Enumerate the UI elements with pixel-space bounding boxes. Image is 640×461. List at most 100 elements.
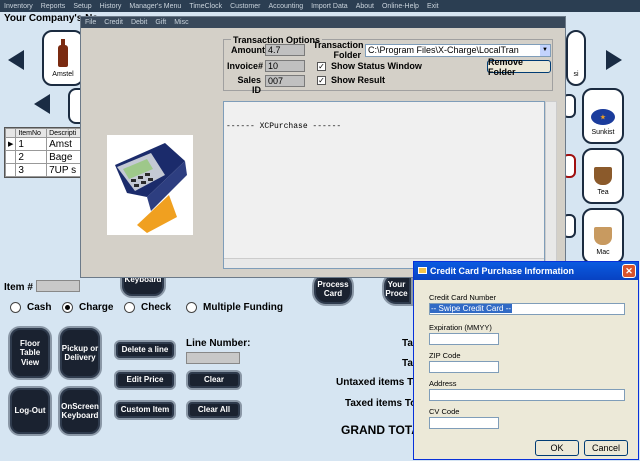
cell-itemno: 1 — [15, 137, 48, 151]
folder-value: C:\Program Files\X-Charge\LocalTran — [368, 45, 519, 55]
cell-itemno: 2 — [15, 150, 48, 164]
amount-label: Amount — [231, 45, 265, 55]
ok-button[interactable]: OK — [535, 440, 579, 456]
menu-customer[interactable]: Customer — [230, 3, 260, 10]
prev-row-arrow-icon[interactable] — [34, 94, 50, 114]
sales-id-label: Sales ID — [237, 75, 261, 95]
cv-input[interactable] — [429, 417, 499, 429]
remove-folder-button[interactable]: Remove Folder — [487, 57, 551, 77]
card-icon — [418, 267, 427, 274]
product-label: Sunkist — [591, 129, 615, 136]
card-terminal-icon — [115, 143, 187, 233]
clear-button[interactable]: Clear — [186, 370, 242, 390]
menu-about[interactable]: About — [356, 3, 374, 10]
item-number-input[interactable] — [36, 280, 80, 292]
cell-itemno: 3 — [15, 163, 48, 177]
cv-label: CV Code — [429, 407, 460, 416]
multiple-radio[interactable] — [186, 302, 197, 313]
onscreen-keyboard-button-left[interactable]: OnScreen Keyboard — [58, 386, 102, 436]
show-result-label: Show Result — [331, 75, 386, 85]
delete-line-button[interactable]: Delete a line — [114, 340, 176, 360]
product-amstel-button[interactable]: Amstel — [42, 30, 84, 86]
chevron-down-icon[interactable]: ▼ — [540, 45, 550, 56]
menu-managers[interactable]: Manager's Menu — [129, 3, 181, 10]
product-partial-right-button[interactable]: si — [566, 30, 586, 86]
menu-misc[interactable]: Misc — [174, 19, 188, 26]
custom-item-button[interactable]: Custom Item — [114, 400, 176, 420]
card-terminal-image — [107, 135, 193, 235]
payment-multiple-option[interactable]: Multiple Funding — [186, 302, 283, 313]
current-row-indicator-icon: ▶ — [4, 137, 17, 151]
cell-description: 7UP s — [46, 163, 83, 177]
amount-input[interactable]: 4.7 — [265, 44, 305, 56]
address-input[interactable] — [429, 389, 625, 401]
table-row[interactable]: ▶ 1 Amst — [4, 137, 83, 151]
log-vertical-scrollbar[interactable] — [545, 101, 557, 269]
menu-import[interactable]: Import Data — [311, 3, 348, 10]
menu-reports[interactable]: Reports — [41, 3, 66, 10]
order-grid[interactable]: ItemNo Descripti ▶ 1 Amst 2 Bage 3 7UP s — [4, 127, 84, 178]
cell-description: Amst — [46, 137, 83, 151]
menu-file[interactable]: File — [85, 19, 96, 26]
card-number-label: Credit Card Number — [429, 293, 497, 302]
transaction-window: File Credit Debit Gift Misc Transaction … — [80, 16, 566, 278]
log-text: ------ XCPurchase ------ — [226, 122, 342, 131]
address-label: Address — [429, 379, 457, 388]
logout-button[interactable]: Log-Out — [8, 386, 52, 436]
beer-bottle-icon — [58, 39, 68, 67]
show-result-checkbox[interactable]: ✓ — [317, 76, 326, 85]
product-mac-button[interactable]: Mac — [582, 208, 624, 264]
check-radio[interactable] — [124, 302, 135, 313]
credit-card-dialog: Credit Card Purchase Information ✕ Credi… — [413, 261, 639, 460]
folder-select[interactable]: C:\Program Files\X-Charge\LocalTran — [365, 44, 551, 57]
menu-exit[interactable]: Exit — [427, 3, 439, 10]
menu-debit[interactable]: Debit — [131, 19, 147, 26]
table-row[interactable]: 2 Bage — [4, 150, 83, 164]
dialog-title: Credit Card Purchase Information — [430, 266, 575, 276]
folder-label: Transaction Folder — [313, 40, 364, 60]
cash-radio[interactable] — [10, 302, 21, 313]
row-indicator-header — [4, 128, 17, 138]
menu-history[interactable]: History — [100, 3, 122, 10]
payment-check-option[interactable]: Check — [124, 302, 171, 313]
menu-timeclock[interactable]: TimeClock — [189, 3, 222, 10]
zip-input[interactable] — [429, 361, 499, 373]
pickup-delivery-button[interactable]: Pickup or Delivery — [58, 326, 102, 380]
line-number-input[interactable] — [186, 352, 240, 364]
zip-label: ZIP Code — [429, 351, 461, 360]
menu-inventory[interactable]: Inventory — [4, 3, 33, 10]
payment-cash-option[interactable]: Cash — [10, 302, 51, 313]
menu-setup[interactable]: Setup — [73, 3, 91, 10]
cancel-button[interactable]: Cancel — [584, 440, 628, 456]
prev-page-arrow-icon[interactable] — [8, 50, 24, 70]
cash-label: Cash — [27, 302, 52, 313]
item-number-label: Item # — [4, 282, 33, 293]
close-icon[interactable]: ✕ — [622, 264, 636, 278]
show-status-checkbox[interactable]: ✓ — [317, 62, 326, 71]
menu-credit[interactable]: Credit — [104, 19, 123, 26]
edit-price-button[interactable]: Edit Price — [114, 370, 176, 390]
sales-id-input[interactable]: 007 — [265, 75, 305, 87]
table-row[interactable]: 3 7UP s — [4, 163, 83, 177]
invoice-input[interactable]: 10 — [265, 60, 305, 72]
menu-gift[interactable]: Gift — [155, 19, 166, 26]
tea-cup-icon — [594, 167, 612, 185]
clear-all-button[interactable]: Clear All — [186, 400, 242, 420]
menu-help[interactable]: Online-Help — [382, 3, 419, 10]
show-status-label: Show Status Window — [331, 61, 422, 71]
coffee-cup-icon — [594, 227, 612, 245]
expiration-label: Expiration (MMYY) — [429, 323, 492, 332]
next-page-arrow-icon[interactable] — [606, 50, 622, 70]
floor-table-view-button[interactable]: Floor Table View — [8, 326, 52, 380]
sunkist-logo-icon: ★ — [591, 109, 615, 125]
expiration-input[interactable] — [429, 333, 499, 345]
menu-accounting[interactable]: Accounting — [268, 3, 303, 10]
product-tea-button[interactable]: Tea — [582, 148, 624, 204]
top-menu-bar: Inventory Reports Setup History Manager'… — [0, 0, 640, 12]
payment-charge-option[interactable]: Charge — [62, 302, 113, 313]
product-sunkist-button[interactable]: ★ Sunkist — [582, 88, 624, 144]
column-itemno: ItemNo — [15, 128, 48, 138]
card-number-input[interactable]: -- Swipe Credit Card -- — [429, 303, 625, 315]
transaction-log[interactable]: ------ XCPurchase ------ — [223, 101, 545, 269]
charge-radio[interactable] — [62, 302, 73, 313]
